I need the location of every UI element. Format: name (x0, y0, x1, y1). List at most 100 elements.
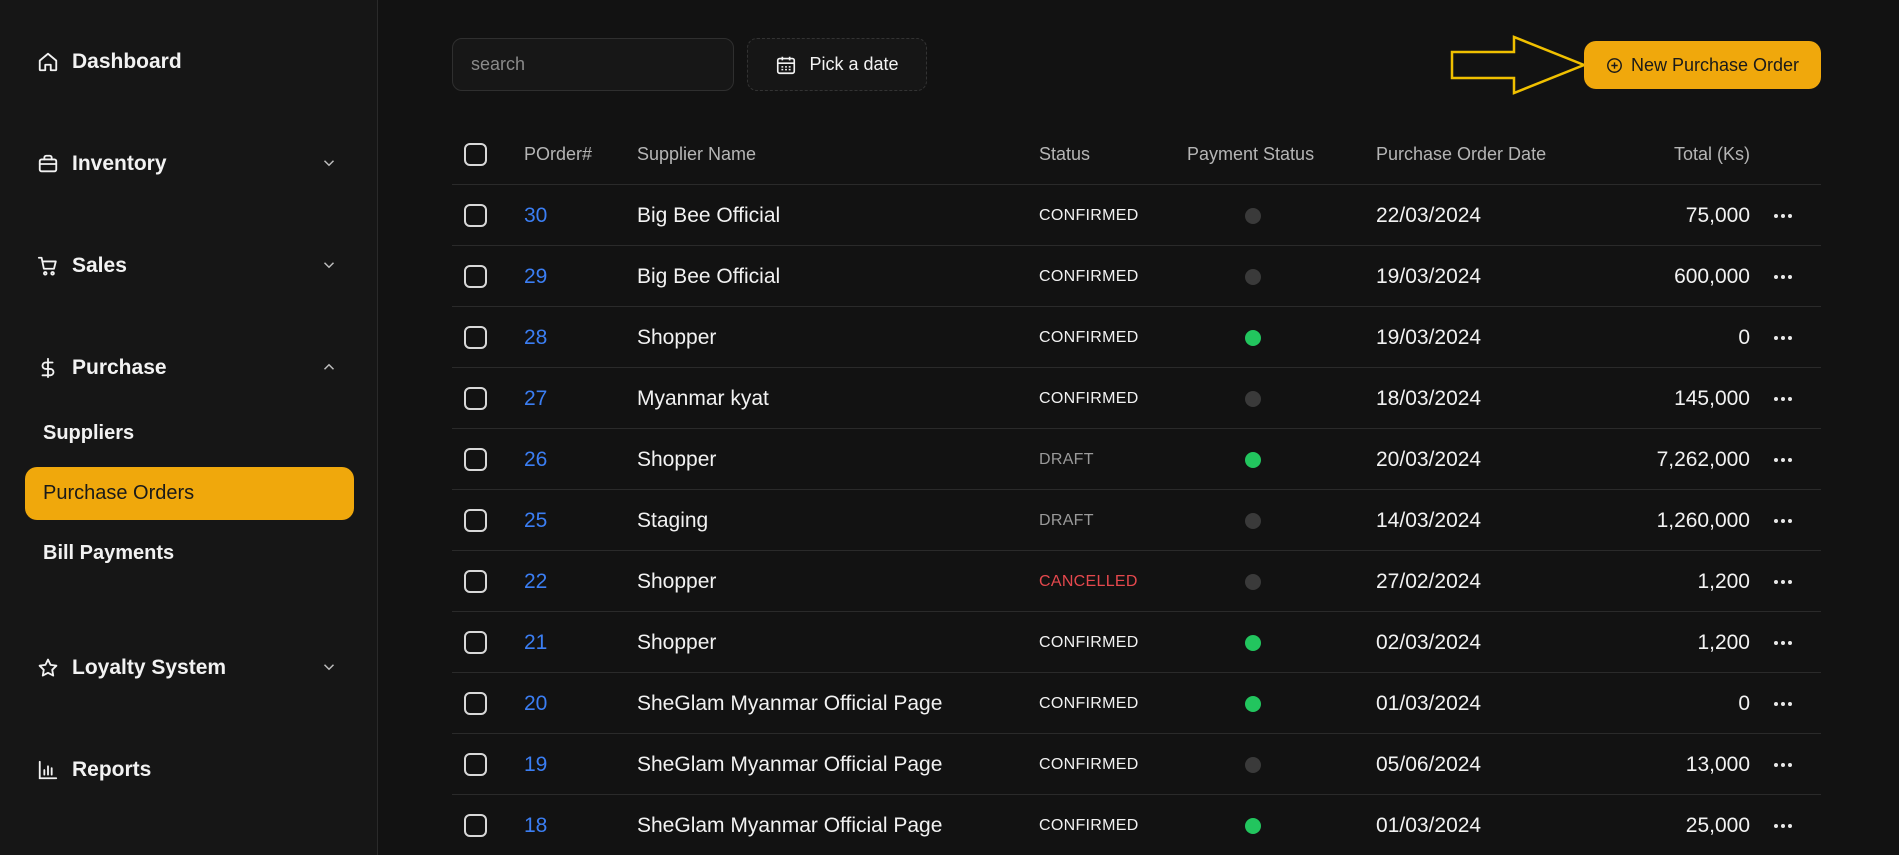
supplier-name: SheGlam Myanmar Official Page (637, 752, 943, 776)
date-picker-button[interactable]: Pick a date (747, 38, 927, 91)
table-row[interactable]: 20 SheGlam Myanmar Official Page CONFIRMED… (452, 673, 1821, 734)
table-row[interactable]: 27 Myanmar kyat CONFIRMED 18/03/2024 145,000 (452, 368, 1821, 429)
table-row[interactable]: 28 Shopper CONFIRMED 19/03/2024 0 (452, 307, 1821, 368)
supplier-name: Big Bee Official (637, 264, 781, 288)
status-badge: CONFIRMED (1039, 694, 1139, 712)
table-row[interactable]: 19 SheGlam Myanmar Official Page CONFIRMED… (452, 734, 1821, 795)
header-payment-status[interactable]: Payment Status (1187, 124, 1337, 185)
more-actions-icon[interactable] (1774, 396, 1792, 401)
row-checkbox[interactable] (464, 753, 487, 776)
porder-link[interactable]: 20 (524, 673, 547, 734)
header-purchase-order-date[interactable]: Purchase Order Date (1376, 124, 1546, 185)
supplier-name: SheGlam Myanmar Official Page (637, 813, 943, 837)
table-row[interactable]: 30 Big Bee Official CONFIRMED 22/03/2024 75,… (452, 185, 1821, 246)
sidebar-item-purchase[interactable]: Purchase (36, 348, 346, 388)
sidebar-item-label: Dashboard (72, 50, 182, 73)
sidebar-subitem-suppliers[interactable]: Suppliers (25, 407, 354, 460)
more-actions-icon[interactable] (1774, 274, 1792, 279)
porder-link[interactable]: 19 (524, 734, 547, 795)
sidebar-item-reports[interactable]: Reports (36, 750, 346, 790)
supplier-name: Big Bee Official (637, 203, 781, 227)
table-row[interactable]: 25 Staging DRAFT 14/03/2024 1,260,000 (452, 490, 1821, 551)
row-checkbox[interactable] (464, 814, 487, 837)
search-input[interactable] (452, 38, 734, 91)
row-checkbox[interactable] (464, 509, 487, 532)
calendar-icon (777, 56, 796, 74)
sidebar-subitem-purchase-orders[interactable]: Purchase Orders (25, 467, 354, 520)
order-total: 0 (1738, 691, 1750, 715)
row-checkbox[interactable] (464, 631, 487, 654)
porder-link[interactable]: 30 (524, 185, 547, 246)
sidebar-item-sales[interactable]: Sales (36, 246, 346, 286)
order-total: 75,000 (1685, 203, 1750, 227)
header-supplier-name[interactable]: Supplier Name (637, 124, 756, 185)
supplier-name: SheGlam Myanmar Official Page (637, 691, 943, 715)
porder-link[interactable]: 25 (524, 490, 547, 551)
more-actions-icon[interactable] (1774, 701, 1792, 706)
porder-link[interactable]: 27 (524, 368, 547, 429)
payment-status-dot (1245, 390, 1261, 407)
new-purchase-order-label: New Purchase Order (1630, 54, 1800, 75)
chevron-up-icon[interactable] (320, 358, 338, 376)
chevron-down-icon[interactable] (320, 658, 338, 676)
dollar-icon (36, 356, 60, 380)
row-checkbox[interactable] (464, 448, 487, 471)
porder-link[interactable]: 21 (524, 612, 547, 673)
header-porder[interactable]: POrder# (524, 124, 592, 185)
more-actions-icon[interactable] (1774, 335, 1792, 340)
row-checkbox[interactable] (464, 265, 487, 288)
porder-link[interactable]: 22 (524, 551, 547, 612)
payment-status-dot (1245, 451, 1261, 468)
porder-link[interactable]: 18 (524, 795, 547, 855)
sidebar-item-dashboard[interactable]: Dashboard (36, 42, 346, 82)
order-total: 1,260,000 (1656, 508, 1750, 532)
sidebar-item-inventory[interactable]: Inventory (36, 144, 346, 184)
select-all-checkbox[interactable] (464, 143, 487, 166)
porder-link[interactable]: 26 (524, 429, 547, 490)
supplier-name: Staging (637, 508, 709, 532)
row-checkbox[interactable] (464, 692, 487, 715)
order-total: 145,000 (1674, 386, 1750, 410)
chevron-down-icon[interactable] (320, 154, 338, 172)
sidebar-item-label: Reports (72, 758, 152, 781)
header-total[interactable]: Total (Ks) (1674, 124, 1750, 185)
purchase-order-date: 01/03/2024 (1376, 691, 1482, 715)
purchase-order-date: 19/03/2024 (1376, 325, 1482, 349)
row-checkbox[interactable] (464, 387, 487, 410)
sidebar-subitem-bill-payments[interactable]: Bill Payments (25, 527, 354, 580)
box-icon (36, 152, 60, 176)
status-badge: CONFIRMED (1039, 633, 1139, 651)
order-total: 1,200 (1697, 569, 1750, 593)
more-actions-icon[interactable] (1774, 579, 1792, 584)
order-total: 25,000 (1685, 813, 1750, 837)
sidebar: Dashboard Inventory Sales Purchase Suppl… (0, 0, 378, 855)
more-actions-icon[interactable] (1774, 518, 1792, 523)
more-actions-icon[interactable] (1774, 640, 1792, 645)
row-checkbox[interactable] (464, 570, 487, 593)
sidebar-item-loyalty-system[interactable]: Loyalty System (36, 648, 346, 688)
table-row[interactable]: 29 Big Bee Official CONFIRMED 19/03/2024 600… (452, 246, 1821, 307)
more-actions-icon[interactable] (1774, 823, 1792, 828)
table-row[interactable]: 26 Shopper DRAFT 20/03/2024 7,262,000 (452, 429, 1821, 490)
more-actions-icon[interactable] (1774, 762, 1792, 767)
row-checkbox[interactable] (464, 204, 487, 227)
row-checkbox[interactable] (464, 326, 487, 349)
bar-chart-icon (36, 758, 60, 782)
table-row[interactable]: 21 Shopper CONFIRMED 02/03/2024 1,200 (452, 612, 1821, 673)
porder-link[interactable]: 29 (524, 246, 547, 307)
status-badge: CONFIRMED (1039, 816, 1139, 834)
header-status[interactable]: Status (1039, 124, 1090, 185)
table-row[interactable]: 22 Shopper CANCELLED 27/02/2024 1,200 (452, 551, 1821, 612)
order-total: 13,000 (1685, 752, 1750, 776)
porder-link[interactable]: 28 (524, 307, 547, 368)
order-total: 1,200 (1697, 630, 1750, 654)
more-actions-icon[interactable] (1774, 213, 1792, 218)
payment-status-dot (1245, 268, 1261, 285)
purchase-order-date: 14/03/2024 (1376, 508, 1482, 532)
more-actions-icon[interactable] (1774, 457, 1792, 462)
purchase-order-date: 20/03/2024 (1376, 447, 1482, 471)
chevron-down-icon[interactable] (320, 256, 338, 274)
table-row[interactable]: 18 SheGlam Myanmar Official Page CONFIRMED… (452, 795, 1821, 855)
table-header: POrder# Supplier Name Status Payment Sta… (452, 124, 1821, 185)
new-purchase-order-button[interactable]: New Purchase Order (1584, 41, 1821, 89)
